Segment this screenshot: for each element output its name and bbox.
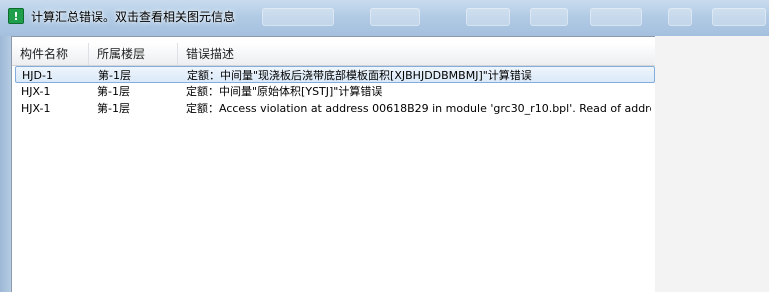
background-window-item bbox=[466, 8, 510, 26]
background-window-item bbox=[530, 8, 568, 26]
title-bar: ! 计算汇总错误。双击查看相关图元信息 bbox=[0, 0, 769, 36]
cell-name: HJD-1 bbox=[22, 69, 53, 82]
cell-error: 定额：中间量"原始体积[YSTJ]"计算错误 bbox=[186, 85, 383, 98]
list-header: 构件名称 所属楼层 错误描述 bbox=[12, 43, 655, 66]
background-window-item bbox=[668, 8, 692, 26]
table-row[interactable]: HJD-1 第-1层 定额：中间量"现浇板后浇带底部模板面积[XJBHJDDBM… bbox=[15, 66, 655, 83]
background-area bbox=[655, 36, 769, 292]
cell-error: 定额：中间量"现浇板后浇带底部模板面积[XJBHJDDBMBMJ]"计算错误 bbox=[187, 69, 532, 82]
cell-floor: 第-1层 bbox=[97, 102, 130, 115]
table-row[interactable]: HJX-1 第-1层 定额：中间量"原始体积[YSTJ]"计算错误 bbox=[12, 83, 655, 100]
window-title: 计算汇总错误。双击查看相关图元信息 bbox=[31, 10, 236, 24]
cell-name: HJX-1 bbox=[21, 102, 51, 115]
background-window-item bbox=[712, 8, 766, 26]
table-row[interactable]: HJX-1 第-1层 定额：Access violation at addres… bbox=[12, 100, 655, 117]
cell-floor: 第-1层 bbox=[97, 85, 130, 98]
app-icon[interactable]: ! bbox=[8, 8, 24, 24]
window-frame-left bbox=[0, 36, 11, 292]
column-header-floor[interactable]: 所属楼层 bbox=[89, 43, 178, 65]
cell-floor: 第-1层 bbox=[98, 69, 131, 82]
column-header-name[interactable]: 构件名称 bbox=[12, 43, 89, 65]
background-window-item bbox=[590, 8, 642, 26]
cell-error: 定额：Access violation at address 00618B29 … bbox=[186, 102, 651, 115]
cell-name: HJX-1 bbox=[21, 85, 51, 98]
background-window-item bbox=[262, 8, 334, 26]
error-list[interactable]: 构件名称 所属楼层 错误描述 HJD-1 第-1层 定额：中间量"现浇板后浇带底… bbox=[11, 36, 655, 292]
background-window-item bbox=[370, 8, 420, 26]
column-header-error[interactable]: 错误描述 bbox=[178, 43, 655, 65]
